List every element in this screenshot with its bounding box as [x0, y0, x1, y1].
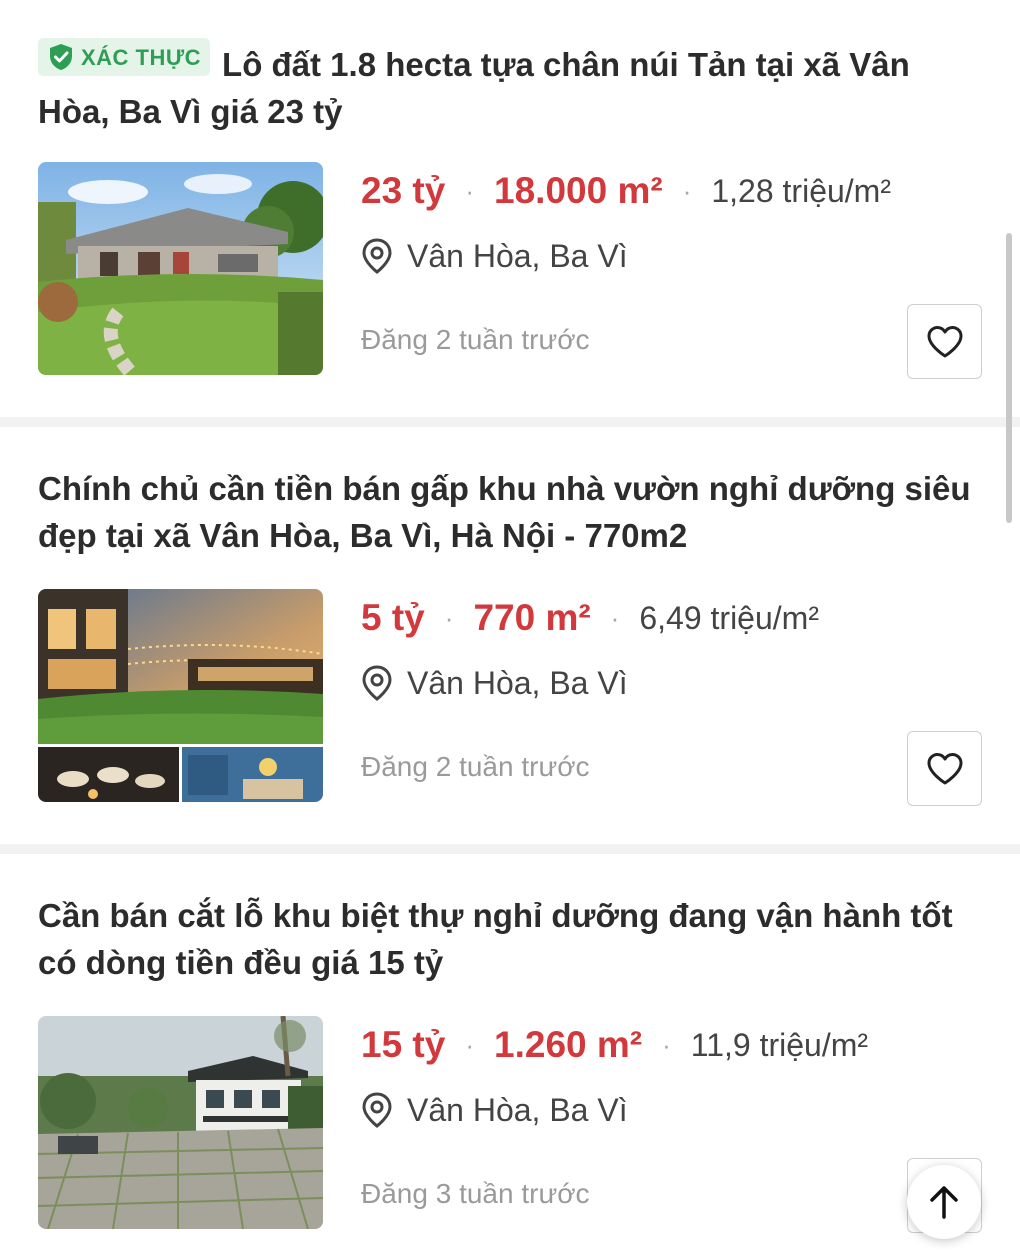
location-text: Vân Hòa, Ba Vì [407, 664, 628, 701]
price-per-m2: 11,9 triệu/m² [690, 1026, 869, 1063]
location-row: Vân Hòa, Ba Vì [361, 1088, 628, 1132]
price-per-m2: 6,49 triệu/m² [639, 599, 819, 636]
posted-time: Đăng 2 tuần trước [361, 751, 590, 782]
verified-badge: XÁC THỰC [38, 38, 211, 76]
separator-dot: · [682, 175, 692, 206]
divider [0, 844, 1020, 854]
listing-title[interactable]: XÁC THỰC Lô đất 1.8 hecta tựa chân núi T… [38, 38, 978, 135]
listing-title-text: Cần bán cắt lỗ khu biệt thự nghỉ dưỡng đ… [38, 897, 953, 981]
area: 770 m² [473, 597, 591, 638]
listing-title-text: Chính chủ cần tiền bán gấp khu nhà vườn … [38, 470, 971, 554]
price-row: 5 tỷ · 770 m² · 6,49 triệu/m² [361, 593, 819, 643]
price-row: 23 tỷ · 18.000 m² · 1,28 triệu/m² [361, 166, 891, 216]
verified-badge-label: XÁC THỰC [81, 44, 202, 70]
location-row: Vân Hòa, Ba Vì [361, 234, 628, 278]
location-text: Vân Hòa, Ba Vì [407, 1091, 628, 1128]
separator-dot: · [465, 175, 475, 206]
garden-house-photo [38, 162, 323, 375]
scrollbar[interactable] [1006, 233, 1012, 523]
favorite-button[interactable] [907, 304, 982, 379]
back-to-top-button[interactable] [907, 1165, 981, 1239]
listing-image[interactable] [38, 1016, 323, 1229]
price-per-m2: 1,28 triệu/m² [711, 172, 891, 209]
separator-dot: · [610, 602, 620, 633]
separator-dot: · [662, 1029, 671, 1060]
villa-courtyard-photo [38, 1016, 323, 1229]
area: 18.000 m² [494, 170, 663, 211]
shield-check-icon [50, 44, 72, 70]
location-text: Vân Hòa, Ba Vì [407, 237, 628, 274]
separator-dot: · [465, 1029, 475, 1060]
listing-image[interactable] [38, 589, 323, 802]
price: 15 tỷ [361, 1024, 446, 1065]
price-row: 15 tỷ · 1.260 m² · 11,9 triệu/m² [361, 1020, 868, 1070]
map-pin-icon [362, 665, 392, 701]
price: 5 tỷ [361, 597, 425, 638]
location-row: Vân Hòa, Ba Vì [361, 661, 628, 705]
divider [0, 417, 1020, 427]
listing-title[interactable]: Chính chủ cần tiền bán gấp khu nhà vườn … [38, 465, 978, 559]
posted-time: Đăng 3 tuần trước [361, 1178, 590, 1209]
resort-collage-photo [38, 589, 323, 802]
area: 1.260 m² [494, 1024, 643, 1065]
map-pin-icon [362, 238, 392, 274]
arrow-up-icon [930, 1186, 958, 1219]
listing-title[interactable]: Cần bán cắt lỗ khu biệt thự nghỉ dưỡng đ… [38, 892, 978, 986]
posted-time: Đăng 2 tuần trước [361, 324, 590, 355]
heart-icon [927, 752, 962, 784]
heart-icon [927, 325, 962, 357]
listing-image[interactable] [38, 162, 323, 375]
separator-dot: · [444, 602, 454, 633]
favorite-button[interactable] [907, 731, 982, 806]
listing-feed: XÁC THỰC Lô đất 1.8 hecta tựa chân núi T… [0, 0, 1020, 1257]
map-pin-icon [362, 1092, 392, 1128]
price: 23 tỷ [361, 170, 446, 211]
